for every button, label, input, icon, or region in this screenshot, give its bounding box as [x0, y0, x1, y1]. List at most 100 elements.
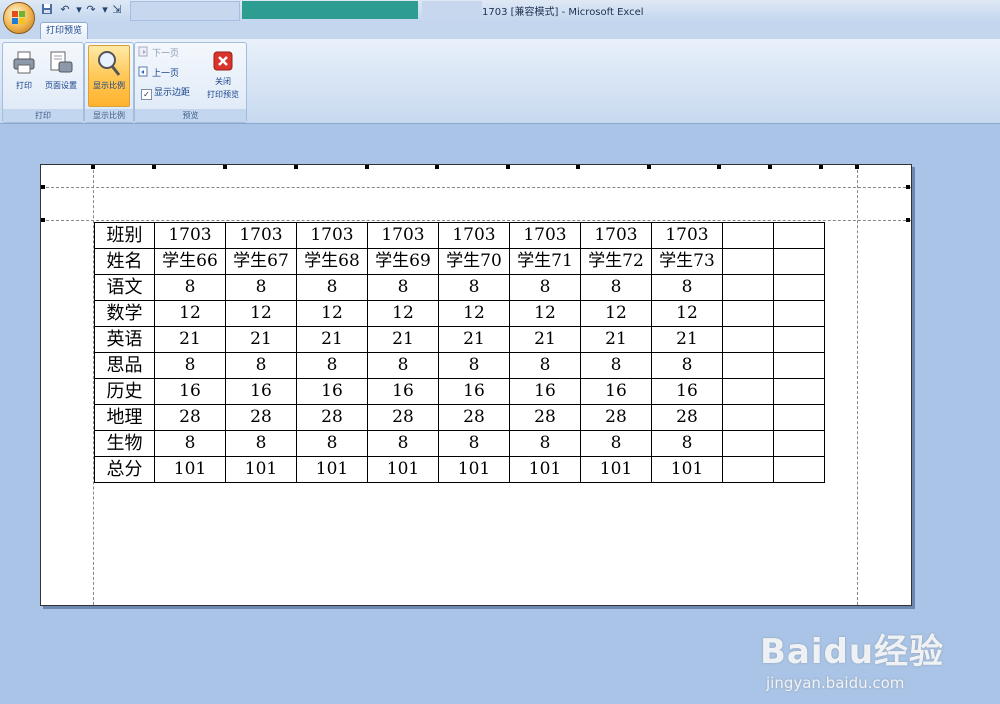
table-cell: 12: [296, 300, 368, 327]
show-margins-checkbox[interactable]: ✓: [141, 89, 152, 100]
table-cell: 1703: [580, 222, 652, 249]
table-cell: 8: [438, 430, 510, 457]
header-margin-line[interactable]: [41, 187, 911, 188]
table-cell: 1703: [367, 222, 439, 249]
show-margins-option[interactable]: ✓ 显示边距: [138, 86, 200, 101]
empty-cell: [722, 404, 774, 431]
table-cell: 8: [367, 274, 439, 301]
table-cell: 学生71: [509, 248, 581, 275]
table-row: 历史 16 16 16 16 16 16 16 16: [94, 378, 825, 405]
table-cell: 1703: [154, 222, 226, 249]
table-cell: 28: [651, 404, 723, 431]
baidu-watermark: Baidu经验 jingyan.baidu.com: [760, 624, 950, 704]
customize-qat-icon[interactable]: ⇲: [110, 3, 124, 17]
empty-cell: [722, 430, 774, 457]
office-button[interactable]: [3, 2, 35, 34]
right-margin-line[interactable]: [857, 165, 858, 605]
column-handle[interactable]: [506, 165, 510, 169]
top-margin-line[interactable]: [41, 220, 911, 221]
table-cell: 1703: [225, 222, 297, 249]
table-cell: 8: [225, 352, 297, 379]
save-icon[interactable]: [40, 3, 54, 17]
empty-cell: [722, 378, 774, 405]
ribbon: 打印 页面设置 打印 显示比例 显示比例 下一页 上一页 ✓ 显示边距 关闭 打…: [0, 39, 1000, 124]
table-cell: 8: [438, 352, 510, 379]
taskbar-item-1[interactable]: [130, 1, 240, 21]
table-row: 班别 1703 1703 1703 1703 1703 1703 1703 1703: [94, 222, 825, 249]
group-zoom: 显示比例 显示比例: [84, 42, 134, 123]
table-cell: 21: [438, 326, 510, 353]
margin-handle[interactable]: [41, 218, 45, 222]
office-logo-icon: [12, 11, 25, 24]
table-cell: 学生67: [225, 248, 297, 275]
column-handle[interactable]: [717, 165, 721, 169]
window-title: 1703 [兼容模式] - Microsoft Excel: [482, 7, 644, 18]
preview-page[interactable]: 班别 1703 1703 1703 1703 1703 1703 1703 1703 姓名 学生66…: [40, 164, 912, 606]
magnifier-icon: [98, 51, 121, 76]
redo-icon[interactable]: ↷: [84, 3, 98, 17]
row-label: 英语: [94, 326, 155, 353]
empty-cell: [773, 248, 825, 275]
empty-cell: [722, 456, 774, 483]
table-cell: 8: [438, 274, 510, 301]
table-cell: 16: [296, 378, 368, 405]
prev-page-button[interactable]: 上一页: [138, 66, 200, 81]
column-handle[interactable]: [576, 165, 580, 169]
table-cell: 学生73: [651, 248, 723, 275]
empty-cell: [722, 248, 774, 275]
table-cell: 101: [367, 456, 439, 483]
table-cell: 28: [367, 404, 439, 431]
margin-handle[interactable]: [906, 218, 910, 222]
row-label: 班别: [94, 222, 155, 249]
row-label: 姓名: [94, 248, 155, 275]
undo-icon[interactable]: ↶: [58, 3, 72, 17]
watermark-brand: Baidu经验: [760, 632, 945, 672]
next-page-button[interactable]: 下一页: [138, 46, 200, 61]
next-page-icon: [138, 46, 149, 57]
row-label: 语文: [94, 274, 155, 301]
table-cell: 21: [225, 326, 297, 353]
margin-handle[interactable]: [906, 185, 910, 189]
page-setup-button[interactable]: 页面设置: [41, 46, 81, 104]
table-row: 语文 8 8 8 8 8 8 8 8: [94, 274, 825, 301]
margin-handle[interactable]: [855, 165, 859, 169]
table-cell: 8: [651, 430, 723, 457]
group-print-label: 打印: [3, 109, 83, 122]
table-cell: 8: [225, 430, 297, 457]
close-button-line1: 关闭: [215, 77, 231, 86]
page-setup-icon: [50, 51, 73, 73]
taskbar-item-3[interactable]: [422, 1, 482, 19]
table-cell: 21: [154, 326, 226, 353]
column-handle[interactable]: [435, 165, 439, 169]
empty-cell: [773, 222, 825, 249]
table-row: 数学 12 12 12 12 12 12 12 12: [94, 300, 825, 327]
column-handle[interactable]: [647, 165, 651, 169]
column-handle[interactable]: [152, 165, 156, 169]
preview-workspace[interactable]: 班别 1703 1703 1703 1703 1703 1703 1703 1703 姓名 学生66…: [0, 124, 1000, 692]
taskbar-item-2[interactable]: [242, 1, 418, 19]
table-cell: 101: [509, 456, 581, 483]
table-cell: 12: [509, 300, 581, 327]
table-cell: 16: [154, 378, 226, 405]
table-cell: 8: [154, 352, 226, 379]
column-handle[interactable]: [819, 165, 823, 169]
margin-handle[interactable]: [41, 185, 45, 189]
table-cell: 8: [296, 274, 368, 301]
table-cell: 8: [296, 430, 368, 457]
close-print-preview-button[interactable]: 关闭 打印预览: [203, 46, 243, 104]
empty-cell: [773, 430, 825, 457]
zoom-button[interactable]: 显示比例: [88, 45, 130, 107]
column-handle[interactable]: [294, 165, 298, 169]
table-cell: 8: [367, 430, 439, 457]
column-handle[interactable]: [91, 165, 95, 169]
column-handle[interactable]: [223, 165, 227, 169]
print-button[interactable]: 打印: [5, 46, 43, 104]
table-cell: 学生68: [296, 248, 368, 275]
empty-cell: [722, 326, 774, 353]
watermark-url: jingyan.baidu.com: [766, 674, 905, 692]
table-cell: 16: [225, 378, 297, 405]
column-handle[interactable]: [768, 165, 772, 169]
table-cell: 8: [367, 352, 439, 379]
column-handle[interactable]: [365, 165, 369, 169]
close-icon: [213, 51, 233, 71]
